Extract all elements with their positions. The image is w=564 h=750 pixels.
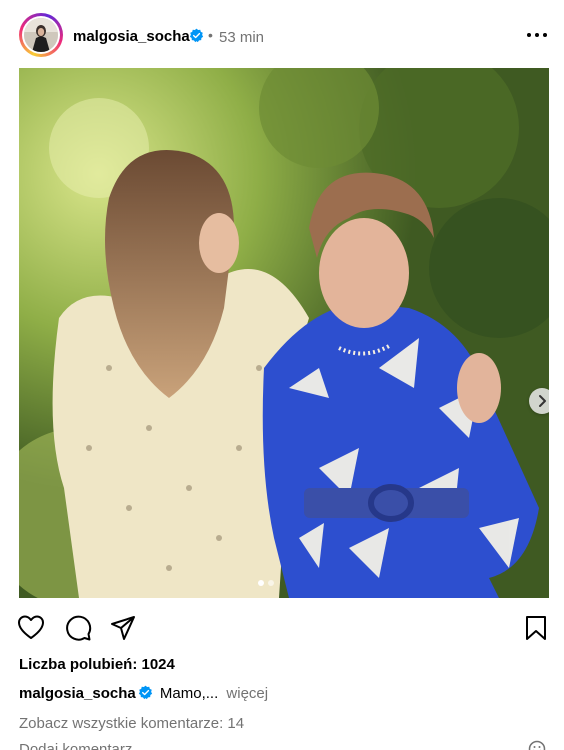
verified-badge-icon [138,685,153,700]
like-button[interactable] [17,614,45,642]
emoji-icon[interactable] [528,740,546,750]
post-header: malgosia_socha • 53 min [0,0,564,68]
comment-button[interactable] [64,614,92,642]
caption-more-link[interactable]: więcej [226,685,268,702]
separator-dot: • [208,27,213,43]
share-icon [111,616,135,640]
username[interactable]: malgosia_socha [73,28,190,45]
carousel-dot [268,580,274,586]
caption-text: Mamo,... [159,685,219,702]
add-comment-input[interactable]: Dodaj komentarz... [19,741,145,750]
carousel-next-button[interactable] [529,388,549,414]
photo-image [19,68,549,598]
share-button[interactable] [109,614,137,642]
avatar[interactable] [19,13,63,57]
heart-icon [18,615,44,639]
likes-count[interactable]: Liczba polubień: 1024 [19,656,175,673]
save-button[interactable] [522,614,550,642]
more-options-icon[interactable] [520,24,554,46]
instagram-post: malgosia_socha • 53 min Liczba polubień:… [0,0,564,750]
post-photo[interactable] [19,68,549,598]
chevron-right-icon [539,395,546,407]
view-all-comments-link[interactable]: Zobacz wszystkie komentarze: 14 [19,715,244,732]
comment-icon [66,615,92,641]
caption-username[interactable]: malgosia_socha [19,685,136,702]
verified-badge-icon [189,28,204,43]
post-time[interactable]: 53 min [219,29,264,46]
bookmark-icon [526,616,546,640]
carousel-indicator [258,573,278,586]
carousel-dot [258,580,264,586]
post-actions [0,606,564,646]
post-caption: malgosia_socha Mamo,... więcej [19,685,268,702]
